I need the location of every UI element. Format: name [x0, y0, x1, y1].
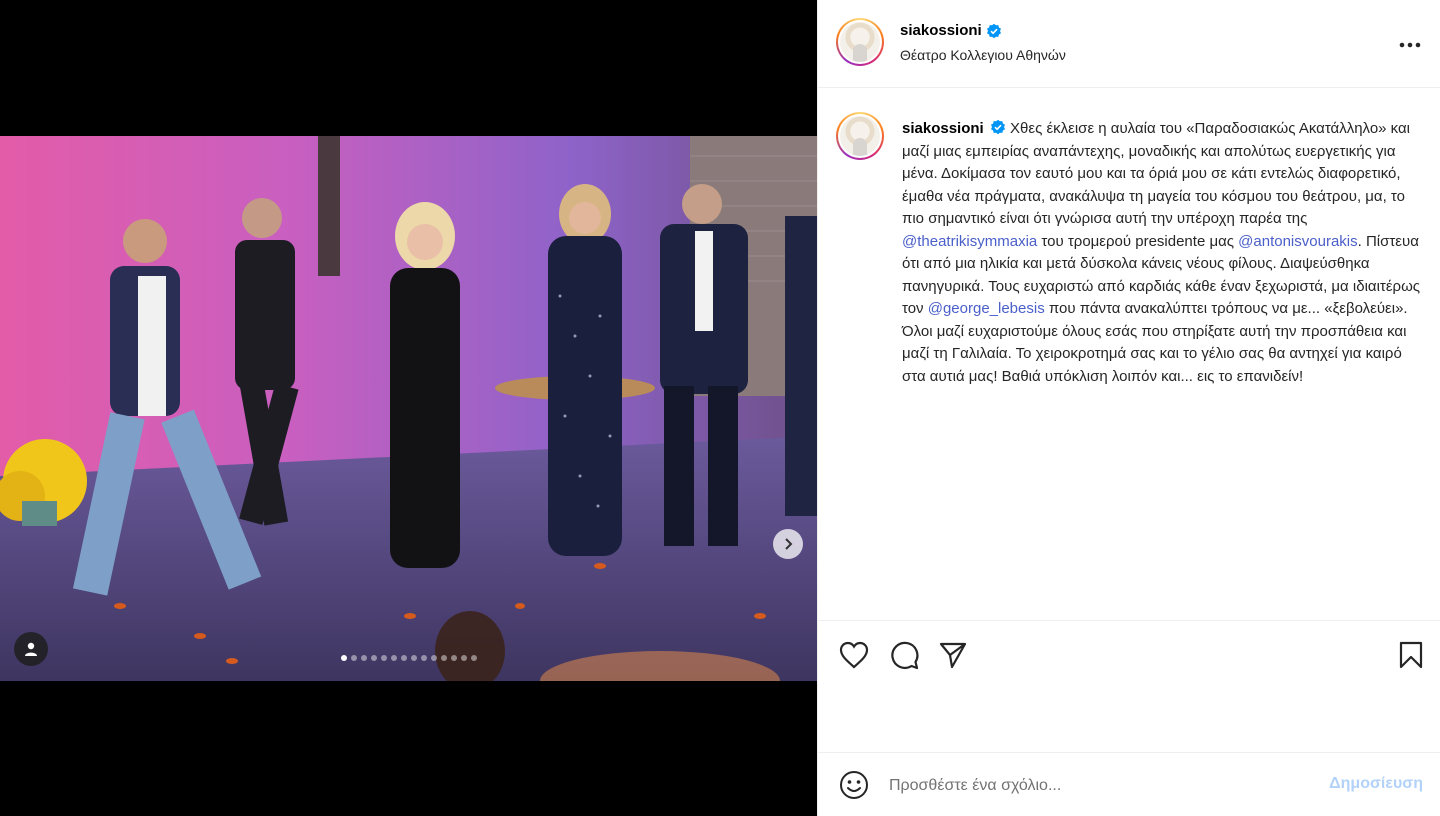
comment-bubble-icon [891, 641, 919, 670]
carousel-dot [450, 655, 457, 661]
carousel-dot [380, 655, 387, 661]
save-button[interactable] [1395, 639, 1427, 671]
verified-badge-icon [986, 23, 1001, 38]
carousel-next-button[interactable] [773, 529, 803, 559]
caption-segment: του τρομερού presidente μας [1037, 232, 1239, 250]
emoji-picker-button[interactable] [838, 769, 870, 801]
carousel-dot [470, 655, 477, 661]
author-avatar[interactable] [836, 18, 884, 66]
instagram-post-modal: siakossioni Θέατρο Κολλεγιου Αθηνών siak… [0, 0, 1440, 816]
author-username[interactable]: siakossioni [900, 22, 982, 39]
verified-badge-icon [990, 119, 1005, 135]
post-comment-button[interactable]: Δημοσίευση [1329, 775, 1423, 793]
carousel-dot [460, 655, 467, 661]
caption-area: siakossioni Χθες έκλεισε η αυλαία του «Π… [818, 88, 1440, 620]
caption-username[interactable]: siakossioni [902, 120, 984, 137]
carousel-dot [340, 655, 347, 661]
author-username-row: siakossioni [900, 22, 1002, 39]
media-pane [0, 0, 817, 816]
bookmark-icon [1399, 641, 1423, 669]
mention-link[interactable]: @george_lebesis [928, 300, 1045, 317]
post-location[interactable]: Θέατρο Κολλεγιου Αθηνών [900, 47, 1066, 63]
carousel-dot [430, 655, 437, 661]
emoji-smiley-icon [840, 771, 868, 799]
comment-bar: Δημοσίευση [818, 753, 1440, 816]
heart-icon [839, 641, 869, 669]
comment-input[interactable] [889, 773, 1309, 799]
comment-button[interactable] [888, 639, 920, 671]
stage-curtain-call-image [0, 136, 817, 681]
post-side-panel: siakossioni Θέατρο Κολλεγιου Αθηνών siak… [817, 0, 1440, 816]
post-header: siakossioni Θέατρο Κολλεγιου Αθηνών [818, 0, 1440, 88]
more-options-button[interactable] [1399, 30, 1421, 52]
paper-plane-icon [939, 642, 967, 669]
carousel-dot [410, 655, 417, 661]
carousel-indicator [0, 655, 817, 661]
carousel-dot [370, 655, 377, 661]
post-photo[interactable] [0, 136, 817, 681]
caption-author-avatar[interactable] [836, 112, 884, 160]
carousel-dot [360, 655, 367, 661]
caption-text: siakossioni Χθες έκλεισε η αυλαία του «Π… [902, 118, 1426, 388]
mention-link[interactable]: @antonisvourakis [1238, 233, 1357, 250]
carousel-dot [350, 655, 357, 661]
more-options-icon [1399, 42, 1421, 48]
action-bar [818, 620, 1440, 753]
share-button[interactable] [937, 639, 969, 671]
carousel-dot [400, 655, 407, 661]
mention-link[interactable]: @theatrikisymmaxia [902, 233, 1037, 250]
carousel-dot [440, 655, 447, 661]
like-button[interactable] [838, 639, 870, 671]
chevron-right-icon [785, 538, 793, 550]
carousel-dot [390, 655, 397, 661]
carousel-dot [420, 655, 427, 661]
